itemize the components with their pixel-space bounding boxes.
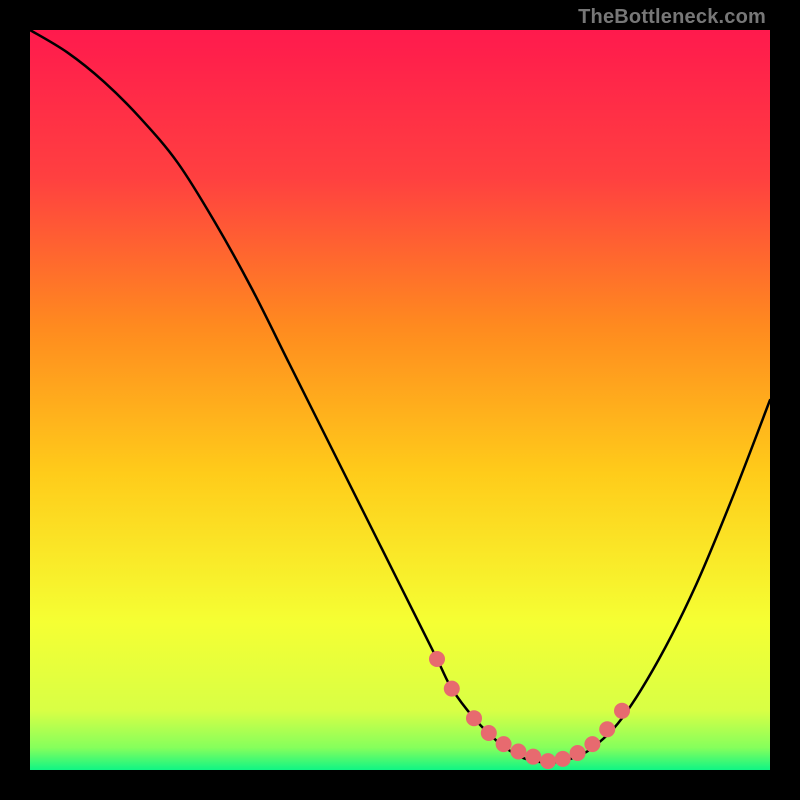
marker-dot: [540, 753, 556, 769]
chart-svg: [30, 30, 770, 770]
marker-dot: [584, 736, 600, 752]
chart-frame: TheBottleneck.com: [0, 0, 800, 800]
marker-dot: [570, 745, 586, 761]
watermark-text: TheBottleneck.com: [578, 6, 766, 29]
marker-dot: [555, 751, 571, 767]
marker-dot: [481, 725, 497, 741]
marker-dot: [525, 749, 541, 765]
marker-dot: [599, 721, 615, 737]
bottleneck-curve: [30, 30, 770, 763]
marker-dot: [496, 736, 512, 752]
plot-area: [30, 30, 770, 770]
marker-dots: [429, 651, 630, 769]
marker-dot: [614, 703, 630, 719]
marker-dot: [510, 744, 526, 760]
marker-dot: [444, 681, 460, 697]
marker-dot: [466, 710, 482, 726]
marker-dot: [429, 651, 445, 667]
